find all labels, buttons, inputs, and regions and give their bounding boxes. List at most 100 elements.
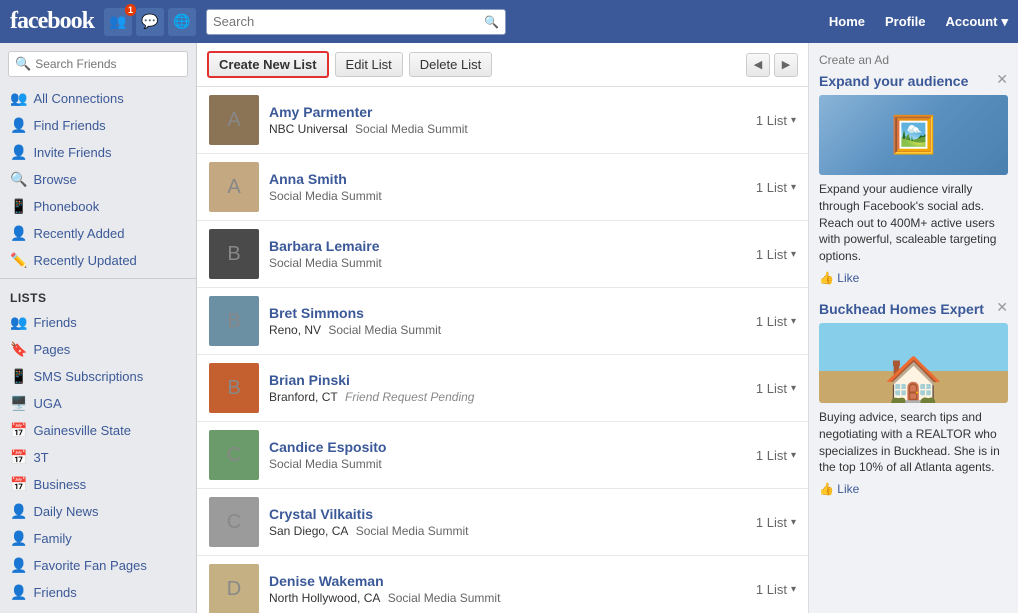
contact-list-dropdown[interactable]: 1 List ▾ <box>756 515 796 530</box>
search-submit-icon[interactable]: 🔍 <box>484 15 499 29</box>
contact-info: Denise Wakeman North Hollywood, CA Social… <box>269 573 746 605</box>
friends-list-icon: 👥 <box>10 314 27 331</box>
contact-list-dropdown[interactable]: 1 List ▾ <box>756 448 796 463</box>
contact-name[interactable]: Barbara Lemaire <box>269 238 746 254</box>
home-link[interactable]: Home <box>829 14 865 29</box>
sidebar-item-recently-updated[interactable]: ✏️ Recently Updated <box>0 247 196 274</box>
sidebar-item-pages[interactable]: 🔖 Pages <box>0 336 196 363</box>
contact-name[interactable]: Denise Wakeman <box>269 573 746 589</box>
delete-list-button[interactable]: Delete List <box>409 52 492 77</box>
sidebar-item-friends2[interactable]: 👤 Friends <box>0 579 196 606</box>
content-area: Create New List Edit List Delete List ◀ … <box>197 43 808 613</box>
sidebar-item-recently-added[interactable]: 👤 Recently Added <box>0 220 196 247</box>
friends-nav-icon[interactable]: 👥 1 <box>104 8 132 36</box>
contact-row[interactable]: BBarbara LemaireSocial Media Summit1 Lis… <box>197 221 808 288</box>
contact-location: North Hollywood, CA <box>269 591 380 605</box>
contact-list-dropdown[interactable]: 1 List ▾ <box>756 180 796 195</box>
contact-avatar: C <box>209 430 259 480</box>
account-dropdown[interactable]: Account ▾ <box>945 14 1008 30</box>
prev-page-button[interactable]: ◀ <box>746 53 770 77</box>
contact-row[interactable]: C Candice Esposito Social Media Summit 1 Li… <box>197 422 808 489</box>
contact-info: Barbara Lemaire Social Media Summit <box>269 238 746 270</box>
contact-name[interactable]: Anna Smith <box>269 171 746 187</box>
create-new-list-button[interactable]: Create New List <box>207 51 329 78</box>
ad1-close-button[interactable]: ✕ <box>996 73 1008 88</box>
find-friends-icon: 👤 <box>10 117 27 134</box>
list-count-label: 1 List <box>756 381 787 396</box>
invite-friends-icon: 👤 <box>10 144 27 161</box>
sidebar-item-family[interactable]: 👤 Family <box>0 525 196 552</box>
contact-row[interactable]: CCrystal VilkaitisSan Diego, CA Social M… <box>197 489 808 556</box>
search-bar[interactable]: 🔍 <box>206 9 506 35</box>
sidebar-item-phonebook[interactable]: 📱 Phonebook <box>0 193 196 220</box>
edit-list-button[interactable]: Edit List <box>335 52 403 77</box>
contact-sub: North Hollywood, CA Social Media Summit <box>269 591 746 605</box>
sidebar-item-find-friends[interactable]: 👤 Find Friends <box>0 112 196 139</box>
contact-list-dropdown[interactable]: 1 List ▾ <box>756 381 796 396</box>
profile-link[interactable]: Profile <box>885 14 925 29</box>
invite-friends-label: Invite Friends <box>33 145 111 160</box>
list-count-label: 1 List <box>756 515 787 530</box>
globe-nav-icon[interactable]: 🌐 <box>168 8 196 36</box>
all-connections-icon: 👥 <box>10 90 27 107</box>
contact-tag: Social Media Summit <box>356 524 469 538</box>
contact-name[interactable]: Crystal Vilkaitis <box>269 506 746 522</box>
list-dropdown-arrow: ▾ <box>791 316 796 327</box>
contact-avatar: B <box>209 363 259 413</box>
list-count-label: 1 List <box>756 448 787 463</box>
sidebar-item-business[interactable]: 📅 Business <box>0 471 196 498</box>
business-icon: 📅 <box>10 476 27 493</box>
contact-list-dropdown[interactable]: 1 List ▾ <box>756 113 796 128</box>
right-sidebar: Create an Ad ✕ Expand your audience 🖼️ E… <box>808 43 1018 613</box>
contact-name[interactable]: Candice Esposito <box>269 439 746 455</box>
daily-news-label: Daily News <box>33 504 98 519</box>
top-right-nav: Home Profile Account ▾ <box>829 14 1008 30</box>
contact-row[interactable]: AAmy ParmenterNBC Universal Social Media… <box>197 87 808 154</box>
gainesville-label: Gainesville State <box>33 423 131 438</box>
messages-nav-icon[interactable]: 💬 <box>136 8 164 36</box>
sidebar-item-favorite-fan-pages[interactable]: 👤 Favorite Fan Pages <box>0 552 196 579</box>
next-page-button[interactable]: ▶ <box>774 53 798 77</box>
sidebar-item-gainesville[interactable]: 📅 Gainesville State <box>0 417 196 444</box>
ad1-like-button[interactable]: 👍 Like <box>819 271 1008 285</box>
search-input[interactable] <box>213 14 484 29</box>
sidebar-item-friends[interactable]: 👥 Friends <box>0 309 196 336</box>
sidebar-item-3t[interactable]: 📅 3T <box>0 444 196 471</box>
recently-added-icon: 👤 <box>10 225 27 242</box>
contact-name[interactable]: Amy Parmenter <box>269 104 746 120</box>
contact-name[interactable]: Bret Simmons <box>269 305 746 321</box>
contact-row[interactable]: DDenise WakemanNorth Hollywood, CA Socia… <box>197 556 808 613</box>
list-dropdown-arrow: ▾ <box>791 517 796 528</box>
phonebook-label: Phonebook <box>33 199 99 214</box>
contact-tag: Social Media Summit <box>269 256 382 270</box>
contact-sub: Social Media Summit <box>269 457 746 471</box>
sidebar-item-browse[interactable]: 🔍 Browse <box>0 166 196 193</box>
search-friends-bar[interactable]: 🔍 <box>8 51 188 77</box>
contact-row[interactable]: AAnna SmithSocial Media Summit1 List ▾ <box>197 154 808 221</box>
contact-list-dropdown[interactable]: 1 List ▾ <box>756 582 796 597</box>
sidebar-item-daily-news[interactable]: 👤 Daily News <box>0 498 196 525</box>
sidebar-item-uga[interactable]: 🖥️ UGA <box>0 390 196 417</box>
recently-updated-icon: ✏️ <box>10 252 27 269</box>
like-thumb2-icon: 👍 <box>819 482 834 496</box>
sidebar-item-invite-friends[interactable]: 👤 Invite Friends <box>0 139 196 166</box>
contact-sub: Social Media Summit <box>269 189 746 203</box>
all-connections-label: All Connections <box>33 91 123 106</box>
contact-row[interactable]: BBret SimmonsReno, NV Social Media Summi… <box>197 288 808 355</box>
nav-buttons-group: ◀ ▶ <box>746 53 798 77</box>
list-dropdown-arrow: ▾ <box>791 249 796 260</box>
contact-list-dropdown[interactable]: 1 List ▾ <box>756 247 796 262</box>
facebook-logo[interactable]: facebook <box>10 8 94 35</box>
friends2-label: Friends <box>33 585 76 600</box>
search-friends-input[interactable] <box>35 57 181 71</box>
ad2-close-button[interactable]: ✕ <box>996 301 1008 316</box>
sidebar-item-all-connections[interactable]: 👥 All Connections <box>0 85 196 112</box>
contact-location: Branford, CT <box>269 390 338 404</box>
sms-label: SMS Subscriptions <box>33 369 143 384</box>
ad2-like-button[interactable]: 👍 Like <box>819 482 1008 496</box>
contact-list-dropdown[interactable]: 1 List ▾ <box>756 314 796 329</box>
contact-row[interactable]: BBrian PinskiBranford, CT Friend Request… <box>197 355 808 422</box>
contact-avatar: C <box>209 497 259 547</box>
sidebar-item-sms[interactable]: 📱 SMS Subscriptions <box>0 363 196 390</box>
contact-name[interactable]: Brian Pinski <box>269 372 746 388</box>
